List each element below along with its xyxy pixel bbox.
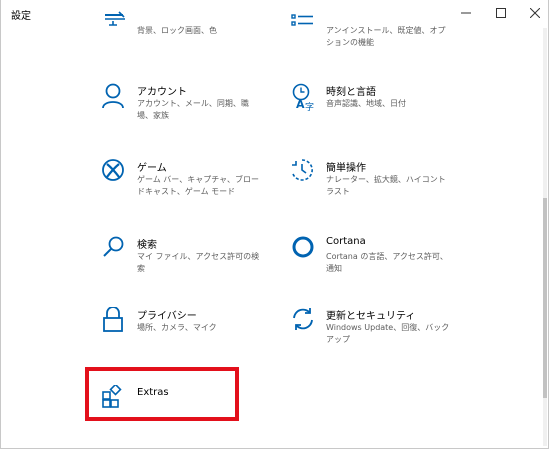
tile-name: 検索 (137, 240, 157, 251)
cortana-icon (291, 236, 317, 266)
tile-ease-of-access[interactable]: 簡単操作 ナレーター、拡大鏡、ハイコントラスト (291, 159, 521, 215)
tile-time-language[interactable]: A 字 時刻と言語 音声認識、地域、日付 (291, 83, 521, 139)
window-title: 設定 (11, 11, 31, 22)
lock-icon (102, 307, 128, 337)
close-button[interactable] (518, 0, 549, 26)
tile-apps[interactable]: アンインストール、既定値、オプションの機能 (291, 10, 521, 66)
tile-update-security[interactable]: 更新とセキュリティ Windows Update、回復、バックアップ (291, 307, 521, 363)
apps-list-icon (291, 10, 317, 40)
tile-name: プライバシー (137, 311, 197, 322)
tile-description: 場所、カメラ、マイク (137, 323, 217, 332)
tile-cortana[interactable]: Cortana Cortana の言語、アクセス許可、通知 (291, 236, 521, 292)
tile-description: アカウント、メール、同期、職場、家族 (137, 99, 249, 120)
tile-description: ナレーター、拡大鏡、ハイコントラスト (326, 175, 446, 196)
scrollbar[interactable] (543, 28, 547, 446)
tile-name: ゲーム (137, 163, 167, 174)
highlight-box (85, 367, 239, 421)
tile-description: Windows Update、回復、バックアップ (326, 323, 450, 344)
tile-name: Cortana (326, 236, 366, 247)
xbox-icon (102, 159, 128, 189)
tile-name: 簡単操作 (326, 163, 366, 174)
close-icon (530, 8, 540, 18)
tile-description: ゲーム バー、キャプチャ、ブロードキャスト、ゲーム モード (137, 175, 259, 196)
display-brush-icon (102, 10, 128, 40)
tile-description: 背景、ロック画面、色 (137, 26, 217, 35)
tile-name: アカウント (137, 87, 187, 98)
svg-text:字: 字 (305, 101, 314, 113)
person-icon (102, 83, 128, 113)
tile-description: 音声認識、地域、日付 (326, 99, 406, 108)
tile-description: Cortana の言語、アクセス許可、通知 (326, 252, 448, 273)
scrollbar-thumb[interactable] (543, 198, 547, 398)
tile-description: マイ ファイル、アクセス許可の検索 (137, 252, 260, 273)
tile-name: 時刻と言語 (326, 87, 376, 98)
sync-icon (291, 307, 317, 337)
settings-window: 設定 背景、ロック画面、色 アンインストール、既定値、オプションの機能 アカウン… (0, 0, 549, 449)
tile-description: アンインストール、既定値、オプションの機能 (326, 26, 446, 47)
search-icon (102, 236, 128, 266)
time-language-icon: A 字 (291, 83, 317, 113)
ease-of-access-icon (291, 159, 317, 189)
tile-name: 更新とセキュリティ (326, 311, 416, 322)
svg-text:A: A (296, 98, 305, 111)
